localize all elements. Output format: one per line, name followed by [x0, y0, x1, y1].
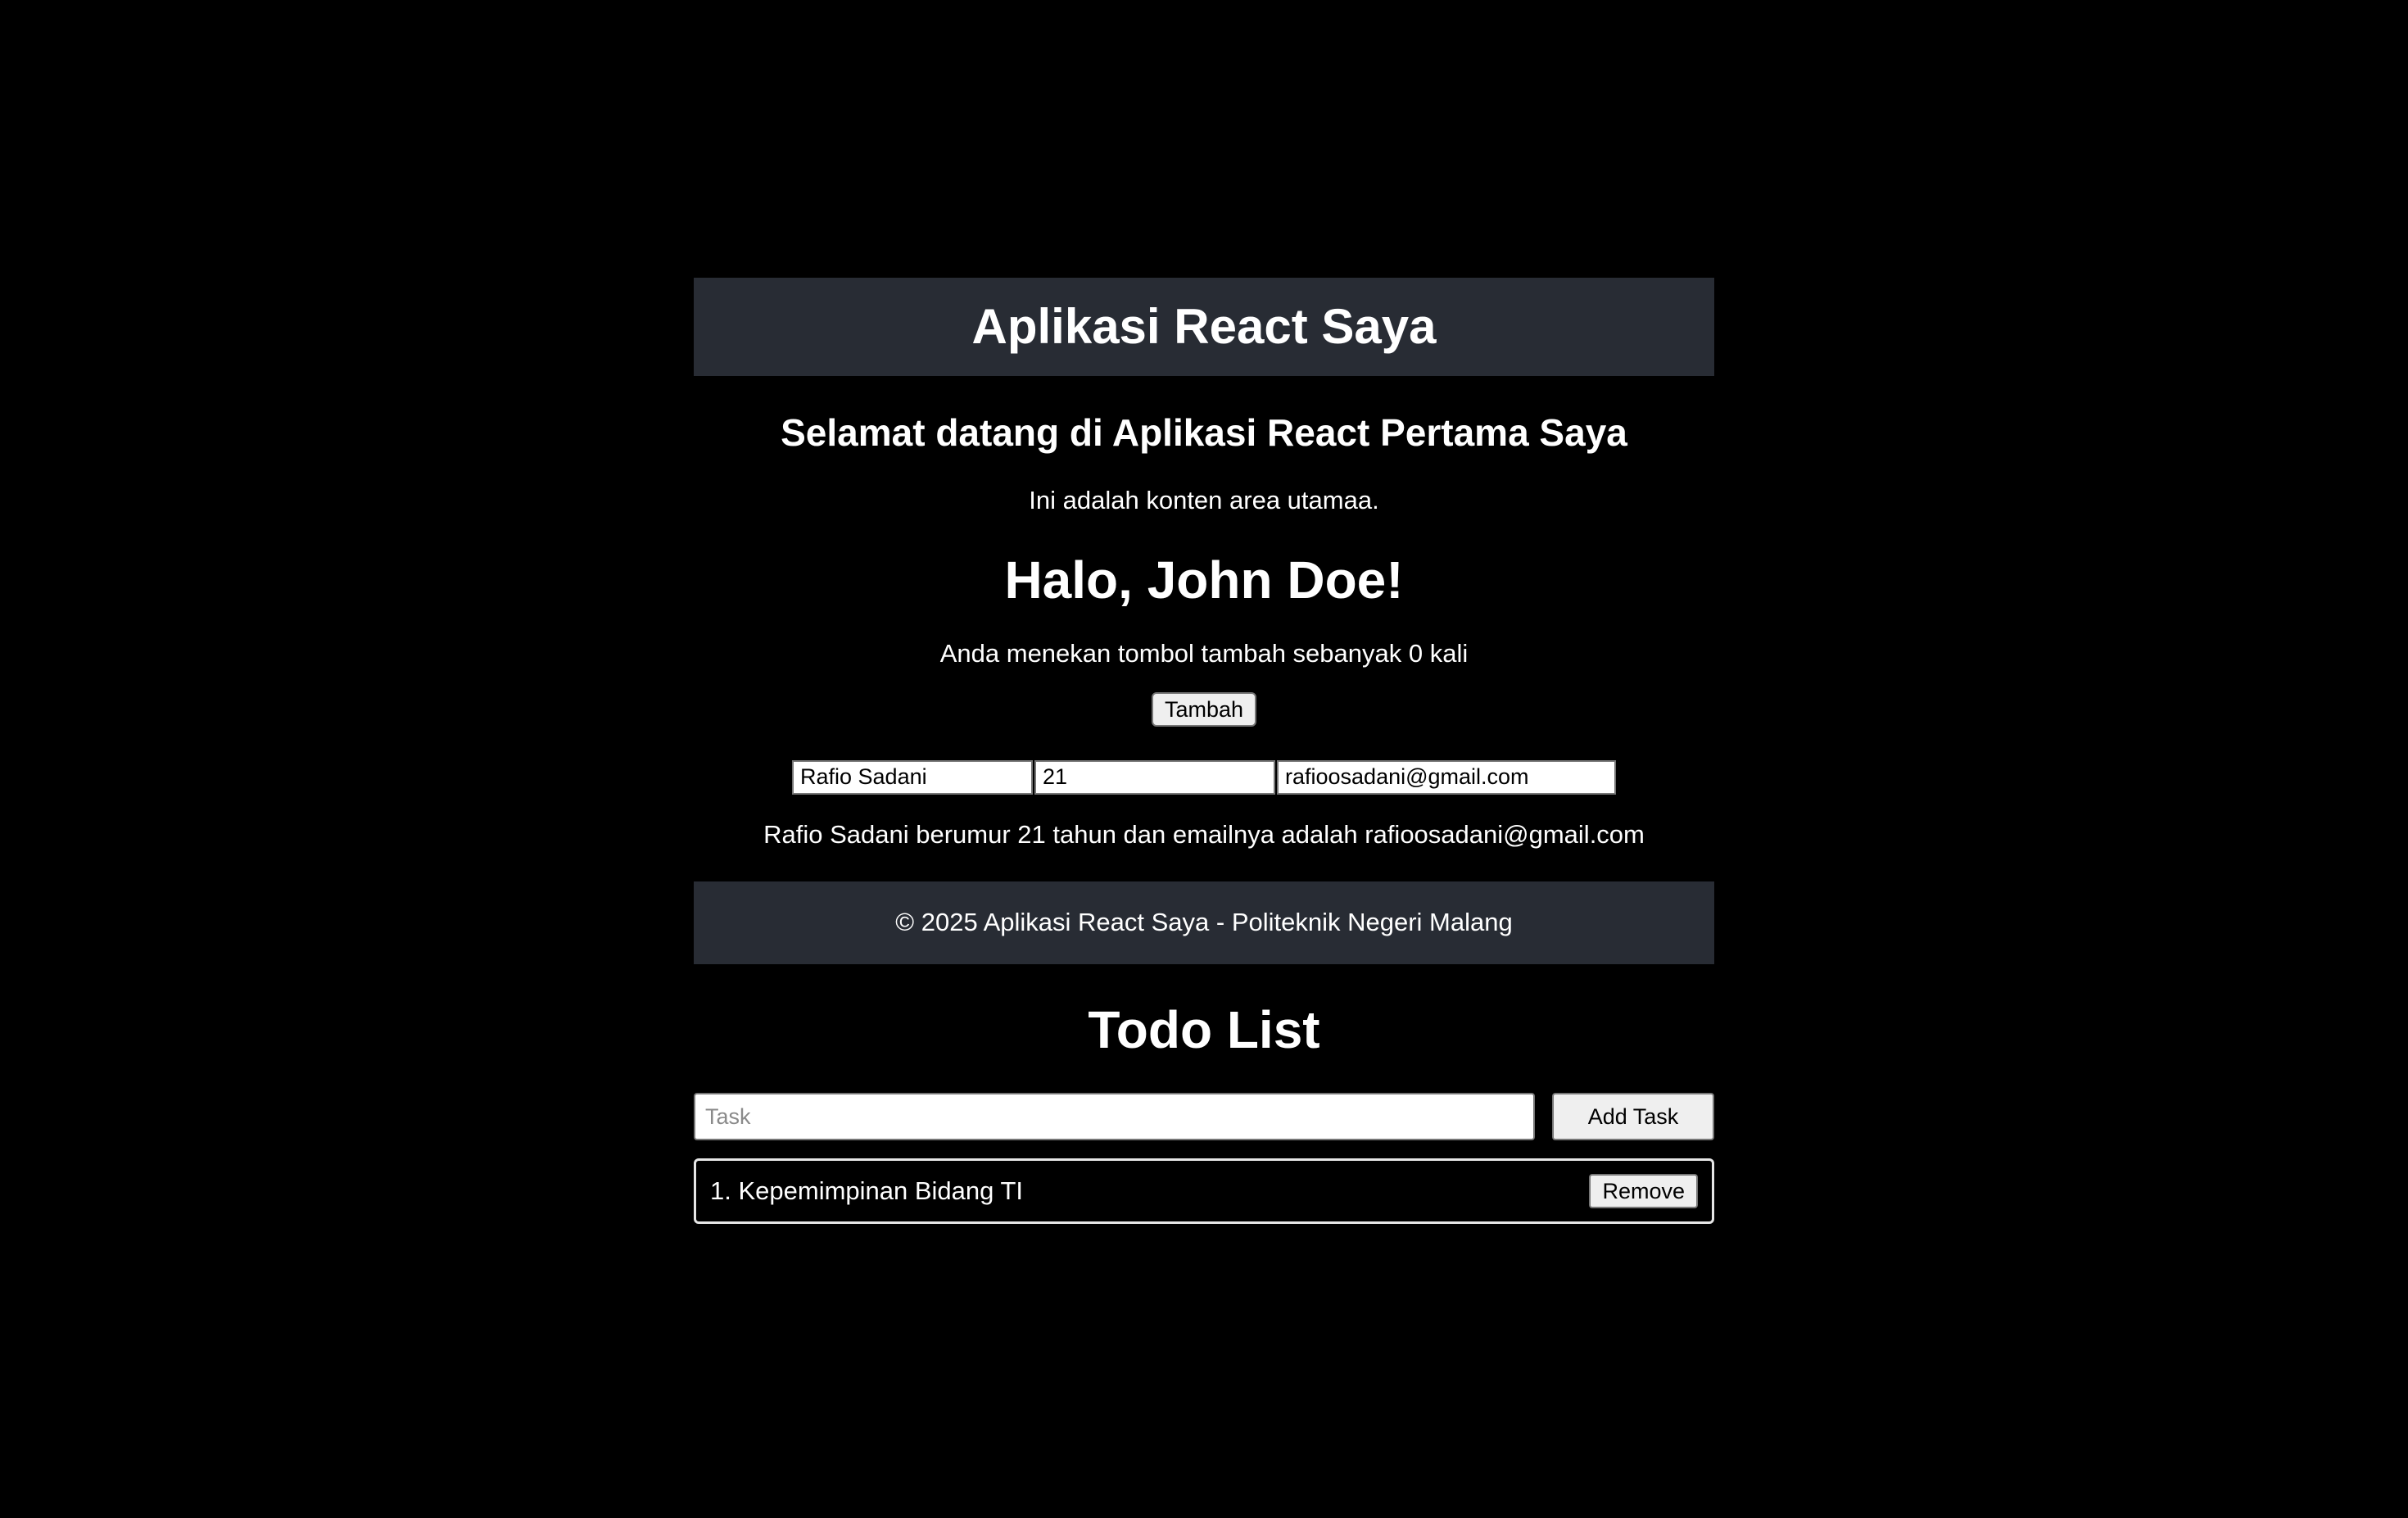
todo-title: Todo List: [1088, 999, 1320, 1059]
counter-text: Anda menekan tombol tambah sebanyak 0 ka…: [939, 639, 1469, 668]
counter-button-row: Tambah: [694, 669, 1714, 728]
add-task-button[interactable]: Add Task: [1552, 1093, 1714, 1141]
todo-section: Todo List Add Task 1. Kepemimpinan Bidan…: [694, 964, 1714, 1225]
content-text: Ini adalah konten area utamaa.: [1029, 485, 1379, 514]
app-header: Aplikasi React Saya: [694, 278, 1714, 376]
todo-list: 1. Kepemimpinan Bidang TI Remove: [694, 1158, 1714, 1225]
greeting-heading: Halo, John Doe!: [1004, 551, 1404, 610]
user-summary: Rafio Sadani berumur 21 tahun dan emailn…: [763, 819, 1645, 849]
task-input[interactable]: [694, 1093, 1535, 1141]
todo-form: Add Task: [694, 1093, 1714, 1141]
user-form: [694, 728, 1714, 795]
welcome-heading: Selamat datang di Aplikasi React Pertama…: [781, 411, 1627, 454]
app-title: Aplikasi React Saya: [971, 299, 1437, 354]
email-input[interactable]: [1277, 759, 1616, 795]
app-footer: © 2025 Aplikasi React Saya - Politeknik …: [694, 881, 1714, 964]
main-content: Selamat datang di Aplikasi React Pertama…: [694, 376, 1714, 850]
tambah-button[interactable]: Tambah: [1151, 691, 1257, 727]
todo-item-text: 1. Kepemimpinan Bidang TI: [710, 1176, 1023, 1206]
remove-button[interactable]: Remove: [1589, 1174, 1698, 1209]
footer-text: © 2025 Aplikasi React Saya - Politeknik …: [895, 908, 1513, 937]
age-input[interactable]: [1034, 759, 1275, 795]
todo-item: 1. Kepemimpinan Bidang TI Remove: [694, 1158, 1714, 1225]
name-input[interactable]: [792, 759, 1033, 795]
app-container: Aplikasi React Saya Selamat datang di Ap…: [694, 278, 1714, 1225]
